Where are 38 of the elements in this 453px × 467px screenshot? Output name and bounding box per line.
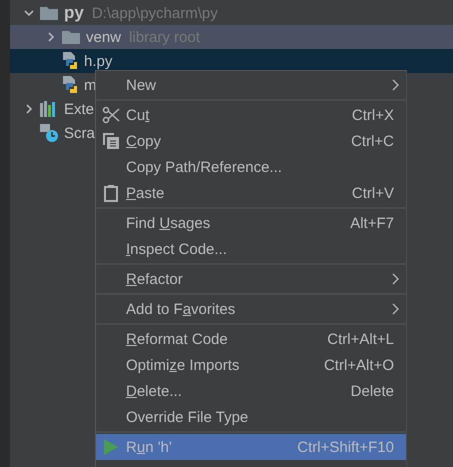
shortcut-text: Ctrl+C [351, 132, 394, 150]
copy-icon [103, 133, 119, 149]
shortcut-text: Alt+F7 [350, 214, 394, 232]
menu-item[interactable]: Find Usages Alt+F7 [96, 210, 406, 236]
menu-item[interactable]: Inspect Code... [96, 236, 406, 262]
shortcut-text: Ctrl+V [352, 184, 394, 202]
shortcut-text: Ctrl+X [352, 106, 394, 124]
menu-item[interactable]: New [96, 72, 406, 98]
tree-item-label[interactable]: py [64, 3, 84, 23]
tree-item-hint: D:\app\pycharm\py [92, 4, 218, 22]
menu-item[interactable]: Refactor [96, 266, 406, 292]
play-icon [104, 439, 118, 455]
shortcut-text: Ctrl+Shift+F10 [297, 438, 394, 456]
scratch-clock-icon [40, 124, 58, 142]
python-file-icon [62, 76, 78, 94]
clipboard-icon [104, 184, 118, 202]
shortcut-text: Delete [350, 382, 394, 400]
menu-item[interactable]: Copy Path/Reference... [96, 154, 406, 180]
menu-item[interactable]: Delete... Delete [96, 378, 406, 404]
tree-item-label[interactable]: venw [86, 28, 122, 46]
library-bars-icon [40, 101, 58, 117]
tree-item-label[interactable]: Exte [64, 100, 94, 118]
tree-item-label[interactable]: h.py [84, 52, 112, 70]
folder-icon [40, 6, 58, 20]
shortcut-text: Ctrl+Alt+O [324, 356, 394, 374]
shortcut-text: Ctrl+Alt+L [327, 330, 394, 348]
menu-item[interactable]: Copy Ctrl+C [96, 128, 406, 154]
cut-icon [102, 106, 120, 124]
python-file-icon [62, 52, 78, 70]
tree-item-label[interactable]: Scra [64, 124, 95, 142]
menu-item[interactable]: Override File Type [96, 404, 406, 430]
menu-item[interactable]: Add to Favorites [96, 296, 406, 322]
menu-item[interactable]: Cut Ctrl+X [96, 102, 406, 128]
tree-row-highlight[interactable]: h.py [10, 49, 453, 73]
folder-icon [62, 30, 80, 44]
menu-item[interactable]: Optimize Imports Ctrl+Alt+O [96, 352, 406, 378]
menu-item[interactable]: Reformat Code Ctrl+Alt+L [96, 326, 406, 352]
menu-item[interactable]: Paste Ctrl+V [96, 180, 406, 206]
